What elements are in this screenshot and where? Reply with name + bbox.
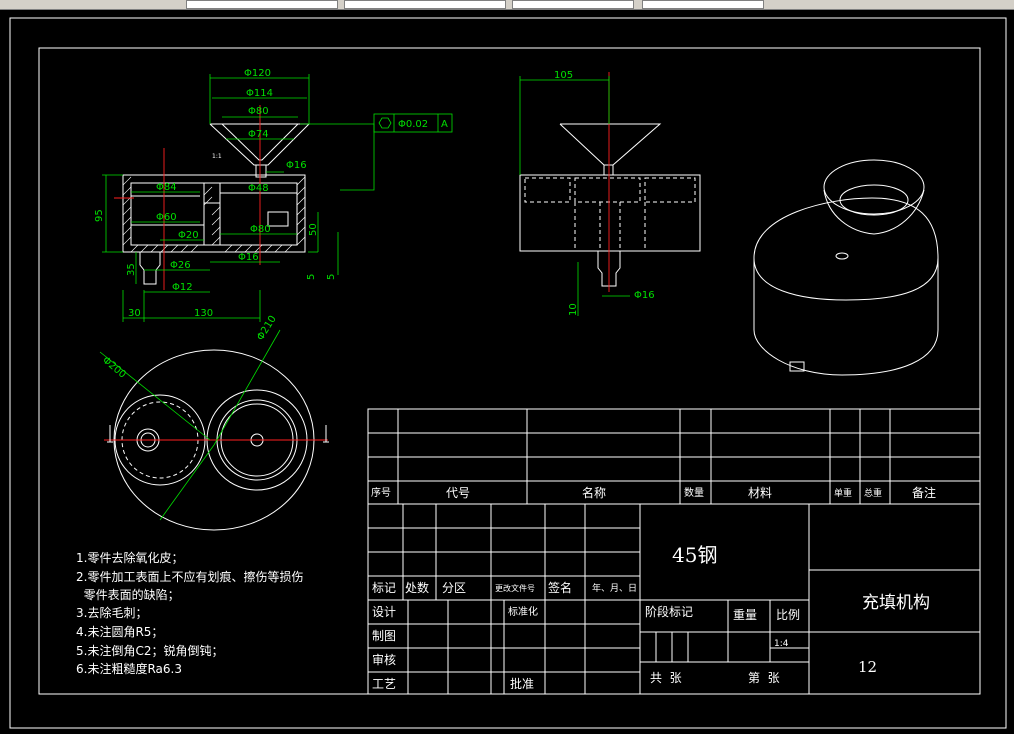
note-3: 3.去除毛刺；: [76, 605, 147, 620]
layer-dropdown[interactable]: [186, 0, 338, 9]
dim-d200: Φ200: [100, 355, 128, 381]
tb-ratio: 比例: [776, 608, 800, 622]
note-1: 1.零件去除氧化皮；: [76, 550, 183, 565]
tb-change-doc: 更改文件号: [495, 583, 535, 593]
cad-toolbar: [0, 0, 1014, 10]
dim-d12: Φ12: [172, 282, 193, 293]
top-view: Φ200 Φ210: [99, 314, 329, 531]
dim-h5b: 5: [326, 274, 337, 280]
note-5: 5.未注倒角C2；锐角倒钝；: [76, 643, 223, 658]
tb-approve: 批准: [510, 676, 534, 691]
bom-seq: 序号: [371, 486, 391, 499]
linetype-dropdown[interactable]: [344, 0, 506, 9]
title-block: 标记 处数 分区 更改文件号 签名 年、月、日 设计 标准化 制图 审核 工艺 …: [367, 503, 981, 695]
tb-design: 设计: [372, 605, 396, 619]
bom-remarks: 备注: [912, 485, 936, 500]
dim-w130: 130: [194, 308, 213, 319]
material-value: 45钢: [672, 543, 717, 567]
note-6: 6.未注粗糙度Ra6.3: [76, 661, 182, 676]
lineweight-dropdown[interactable]: [512, 0, 634, 9]
dim-d16-side: Φ16: [634, 290, 655, 301]
tb-sign: 签名: [548, 580, 572, 595]
dim-w105: 105: [554, 70, 573, 81]
tolerance-value: Φ0.02: [398, 119, 428, 130]
dim-d48: Φ48: [248, 183, 269, 194]
section-scale: 1:1: [212, 153, 222, 160]
dim-d60: Φ60: [156, 212, 177, 223]
dim-h5a: 5: [306, 274, 317, 280]
dim-d114: Φ114: [246, 88, 273, 99]
isometric-view: [753, 159, 939, 376]
tb-total-sheets: 共 张: [650, 671, 682, 685]
tb-drafting: 制图: [372, 629, 396, 643]
tb-standardize: 标准化: [508, 605, 538, 618]
tb-process: 工艺: [372, 677, 396, 691]
tb-ratio-value: 1:4: [774, 639, 789, 649]
note-4: 4.未注圆角R5；: [76, 624, 163, 639]
plotstyle-dropdown[interactable]: [642, 0, 764, 9]
technical-notes: 1.零件去除氧化皮； 2.零件加工表面上不应有划痕、擦伤等损伤 零件表面的缺陷；…: [76, 550, 303, 676]
bom-total-weight: 总重: [864, 487, 882, 499]
datum-label: A: [441, 119, 448, 130]
dim-h50: 50: [308, 223, 319, 236]
sheet-outer-border: [9, 17, 1007, 729]
dim-d16-funnel: Φ16: [286, 160, 307, 171]
bom-code: 代号: [446, 486, 470, 500]
tb-stage-mark: 阶段标记: [645, 604, 693, 619]
dim-d74: Φ74: [248, 129, 269, 140]
dim-d80-body: Φ80: [250, 224, 271, 235]
tb-date: 年、月、日: [592, 582, 637, 594]
side-view: 105 10 Φ16: [519, 70, 701, 316]
bom-material: 材料: [748, 486, 772, 500]
dim-d16-lower: Φ16: [238, 252, 259, 263]
sheet-inner-border: [38, 47, 981, 695]
bom-table: 序号 代号 名称 数量 材料 单重 总重 备注: [367, 408, 981, 505]
tb-mark: 标记: [372, 581, 396, 595]
dim-d120: Φ120: [244, 68, 271, 79]
drawing-number: 12: [858, 658, 877, 676]
dim-d80-top: Φ80: [248, 106, 269, 117]
note-2-cont: 零件表面的缺陷；: [76, 587, 180, 602]
dim-d20: Φ20: [178, 230, 199, 241]
tb-zone: 分区: [442, 581, 466, 595]
note-2: 2.零件加工表面上不应有划痕、擦伤等损伤: [76, 569, 303, 584]
tb-weight: 重量: [733, 608, 757, 622]
dim-d26: Φ26: [170, 260, 191, 271]
tb-review: 审核: [372, 652, 396, 667]
dim-h10: 10: [568, 303, 579, 316]
dim-d84: Φ84: [156, 182, 177, 193]
tb-sheet-no: 第 张: [748, 671, 780, 685]
tb-count: 处数: [405, 580, 429, 595]
bom-name: 名称: [582, 485, 606, 500]
dim-h35: 35: [126, 263, 137, 276]
drawing-name: 充填机构: [862, 593, 930, 613]
dim-w30: 30: [128, 308, 141, 319]
dim-h95: 95: [94, 209, 105, 222]
bom-unit-weight: 单重: [834, 487, 852, 499]
bom-qty: 数量: [684, 486, 704, 499]
cad-drawing-canvas[interactable]: Φ120 Φ114 Φ80 Φ74 Φ16 Φ84 Φ48 Φ60 Φ20 Φ8…: [0, 10, 1014, 734]
